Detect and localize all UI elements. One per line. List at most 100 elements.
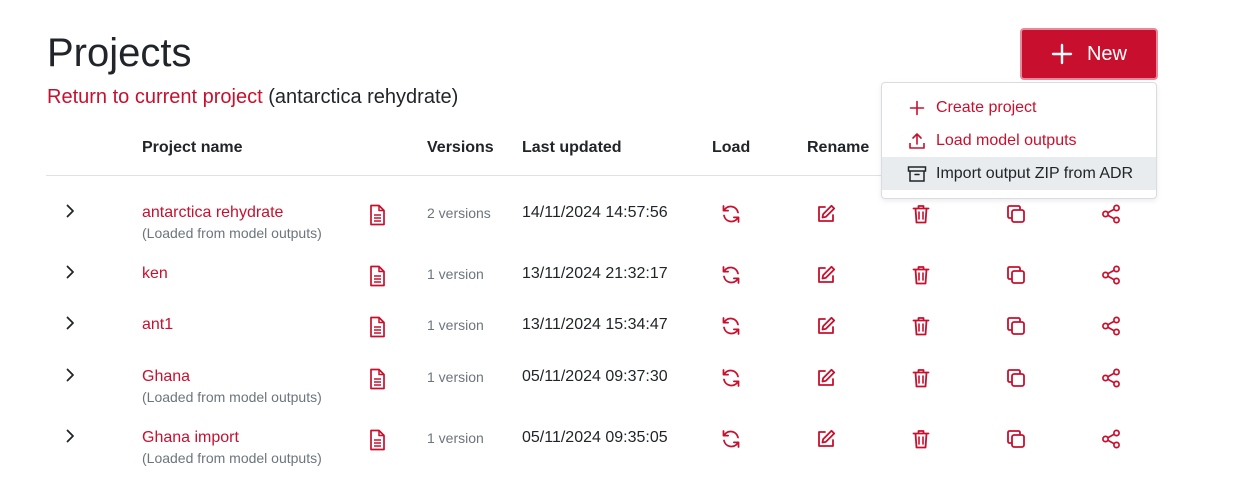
- copy-icon: [1005, 315, 1027, 337]
- project-name-link[interactable]: ant1: [142, 315, 173, 335]
- archive-icon: [906, 163, 928, 185]
- trash-icon: [910, 203, 932, 225]
- menu-item-label: Load model outputs: [936, 131, 1077, 149]
- table-row: antarctica rehydrate (Loaded from model o…: [0, 203, 1243, 253]
- header-rename: Rename: [807, 139, 870, 156]
- share-icon: [1100, 315, 1122, 337]
- return-line: Return to current project (antarctica re…: [47, 86, 458, 108]
- rename-button[interactable]: [815, 264, 837, 286]
- document-icon[interactable]: [368, 316, 386, 338]
- rename-button[interactable]: [815, 315, 837, 337]
- last-updated: 13/11/2024 15:34:47: [522, 316, 668, 333]
- edit-icon: [815, 315, 837, 337]
- last-updated: 13/11/2024 21:32:17: [522, 265, 668, 282]
- versions-count[interactable]: 1 version: [427, 317, 484, 333]
- copy-button[interactable]: [1005, 367, 1027, 389]
- delete-button[interactable]: [910, 367, 932, 389]
- edit-icon: [815, 264, 837, 286]
- versions-count[interactable]: 1 version: [427, 430, 484, 446]
- edit-icon: [815, 203, 837, 225]
- new-dropdown-menu: Create project Load model outputs Import…: [881, 82, 1157, 199]
- share-button[interactable]: [1100, 367, 1122, 389]
- share-button[interactable]: [1100, 264, 1122, 286]
- trash-icon: [910, 264, 932, 286]
- delete-button[interactable]: [910, 315, 932, 337]
- current-project-name: (antarctica rehydrate): [268, 86, 459, 108]
- document-icon[interactable]: [368, 265, 386, 287]
- project-note: (Loaded from model outputs): [142, 450, 322, 466]
- copy-button[interactable]: [1005, 264, 1027, 286]
- delete-button[interactable]: [910, 428, 932, 450]
- share-icon: [1100, 428, 1122, 450]
- load-button[interactable]: [720, 428, 742, 450]
- versions-count[interactable]: 1 version: [427, 266, 484, 282]
- share-button[interactable]: [1100, 203, 1122, 225]
- project-name-link[interactable]: antarctica rehydrate: [142, 203, 283, 223]
- expand-chevron-icon[interactable]: [62, 315, 78, 331]
- copy-button[interactable]: [1005, 428, 1027, 450]
- delete-button[interactable]: [910, 203, 932, 225]
- last-updated: 05/11/2024 09:37:30: [522, 368, 668, 385]
- versions-count[interactable]: 2 versions: [427, 205, 491, 221]
- table-row: Ghana import (Loaded from model outputs) 1…: [0, 428, 1243, 478]
- copy-button[interactable]: [1005, 315, 1027, 337]
- header-versions: Versions: [427, 139, 494, 156]
- expand-chevron-icon[interactable]: [62, 367, 78, 383]
- document-icon[interactable]: [368, 429, 386, 451]
- copy-button[interactable]: [1005, 203, 1027, 225]
- load-button[interactable]: [720, 264, 742, 286]
- trash-icon: [910, 315, 932, 337]
- rename-button[interactable]: [815, 367, 837, 389]
- header-load: Load: [712, 139, 751, 156]
- document-icon[interactable]: [368, 368, 386, 390]
- copy-icon: [1005, 428, 1027, 450]
- new-button-label: New: [1086, 42, 1127, 65]
- last-updated: 14/11/2024 14:57:56: [522, 204, 668, 221]
- refresh-icon: [720, 315, 742, 337]
- document-icon[interactable]: [368, 204, 386, 226]
- expand-chevron-icon[interactable]: [62, 264, 78, 280]
- menu-item-load-model-outputs[interactable]: Load model outputs: [882, 124, 1156, 157]
- share-icon: [1100, 264, 1122, 286]
- copy-icon: [1005, 264, 1027, 286]
- share-button[interactable]: [1100, 315, 1122, 337]
- delete-button[interactable]: [910, 264, 932, 286]
- menu-item-label: Create project: [936, 98, 1037, 116]
- new-button[interactable]: New: [1020, 28, 1158, 80]
- project-name-link[interactable]: ken: [142, 264, 168, 284]
- load-button[interactable]: [720, 367, 742, 389]
- share-icon: [1100, 203, 1122, 225]
- edit-icon: [815, 367, 837, 389]
- table-row: Ghana (Loaded from model outputs) 1 versio…: [0, 367, 1243, 417]
- table-row: ken 1 version 13/11/2024 21:32:17: [0, 264, 1243, 314]
- refresh-icon: [720, 203, 742, 225]
- plus-icon: [906, 97, 928, 119]
- trash-icon: [910, 428, 932, 450]
- share-icon: [1100, 367, 1122, 389]
- upload-icon: [906, 130, 928, 152]
- rename-button[interactable]: [815, 203, 837, 225]
- header-project-name: Project name: [142, 139, 243, 156]
- menu-item-import-output-zip[interactable]: Import output ZIP from ADR: [882, 157, 1156, 190]
- load-button[interactable]: [720, 315, 742, 337]
- project-name-link[interactable]: Ghana: [142, 367, 190, 387]
- share-button[interactable]: [1100, 428, 1122, 450]
- plus-icon: [1051, 43, 1073, 65]
- load-button[interactable]: [720, 203, 742, 225]
- trash-icon: [910, 367, 932, 389]
- project-name-link[interactable]: Ghana import: [142, 428, 239, 448]
- expand-chevron-icon[interactable]: [62, 203, 78, 219]
- rename-button[interactable]: [815, 428, 837, 450]
- edit-icon: [815, 428, 837, 450]
- menu-item-create-project[interactable]: Create project: [882, 91, 1156, 124]
- copy-icon: [1005, 367, 1027, 389]
- project-note: (Loaded from model outputs): [142, 225, 322, 241]
- expand-chevron-icon[interactable]: [62, 428, 78, 444]
- return-to-current-project-link[interactable]: Return to current project: [47, 86, 263, 108]
- table-row: ant1 1 version 13/11/2024 15:34:47: [0, 315, 1243, 365]
- copy-icon: [1005, 203, 1027, 225]
- page-title: Projects: [47, 31, 192, 75]
- refresh-icon: [720, 367, 742, 389]
- versions-count[interactable]: 1 version: [427, 369, 484, 385]
- header-last-updated: Last updated: [522, 139, 622, 156]
